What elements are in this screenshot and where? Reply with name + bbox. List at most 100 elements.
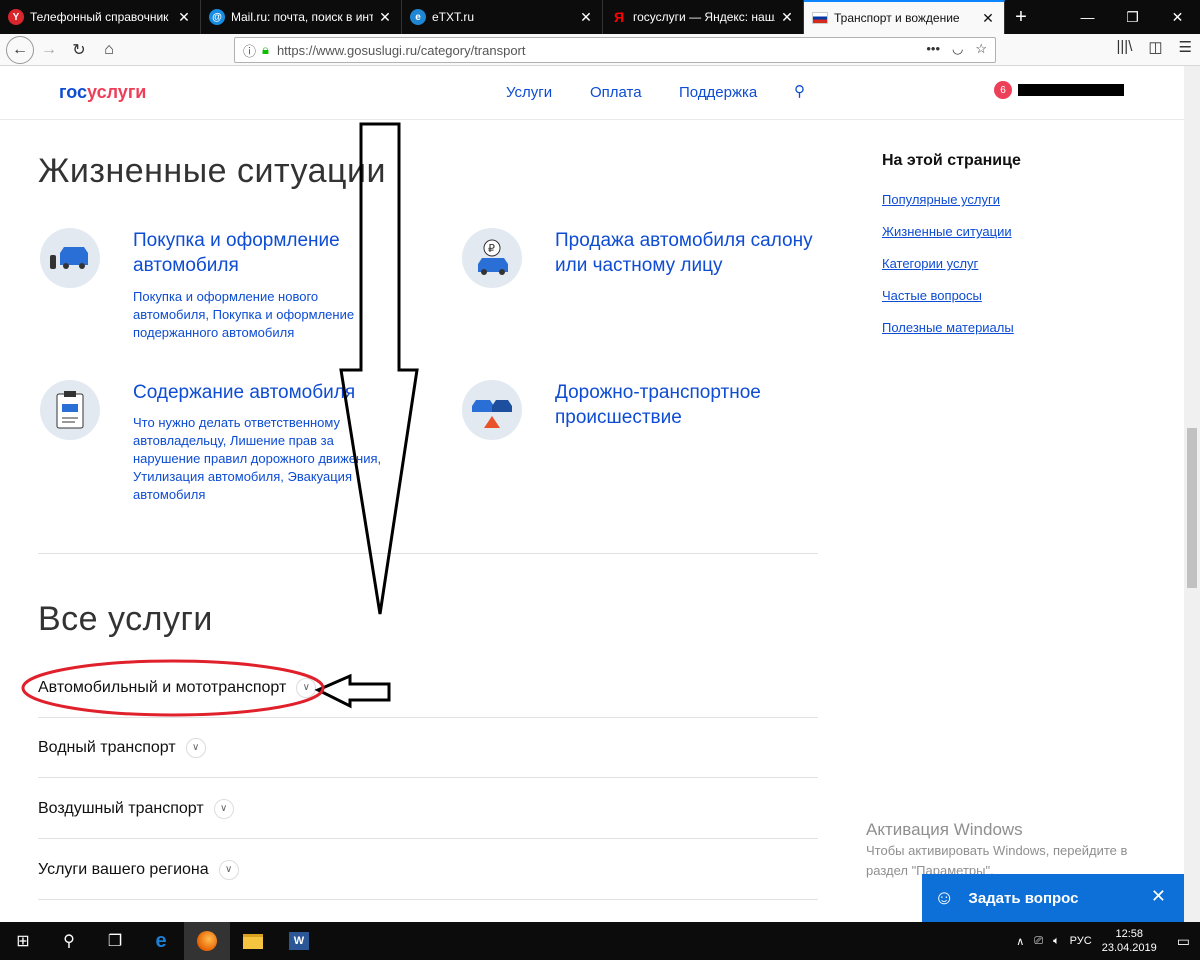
- onpage-link-materials[interactable]: Полезные материалы: [882, 320, 1021, 335]
- bookmark-star-icon[interactable]: ☆: [975, 41, 987, 57]
- windows-start-icon[interactable]: ⊞: [0, 922, 46, 960]
- nav-support[interactable]: Поддержка: [679, 84, 757, 101]
- onpage-link-faq[interactable]: Частые вопросы: [882, 288, 1021, 303]
- user-name-redacted[interactable]: [1018, 84, 1124, 96]
- browser-tab-active[interactable]: Транспорт и вождение ✕: [804, 0, 1005, 34]
- clock[interactable]: 12:58 23.04.2019: [1102, 927, 1157, 955]
- life-card-buy[interactable]: Покупка и оформление автомобиля Покупка …: [40, 228, 400, 348]
- life-card-sell[interactable]: ₽ Продажа автомобиля салону или частному…: [462, 228, 822, 308]
- service-row-label: Водный транспорт: [38, 738, 176, 756]
- close-icon[interactable]: ✕: [779, 9, 795, 26]
- windows-activation-watermark: Активация Windows Чтобы активировать Win…: [866, 820, 1127, 880]
- library-icon[interactable]: |||\: [1117, 38, 1133, 56]
- back-button[interactable]: ←: [6, 35, 34, 64]
- lock-icon: 🔒︎: [262, 42, 269, 57]
- tab-title: Mail.ru: почта, поиск в инте: [231, 10, 373, 24]
- life-card-title[interactable]: Дорожно-транспортное происшествие: [555, 380, 815, 430]
- service-row-region[interactable]: Услуги вашего региона ∨: [38, 840, 818, 900]
- chevron-down-icon[interactable]: ∨: [218, 859, 239, 880]
- close-window-button[interactable]: ✕: [1155, 0, 1200, 34]
- language-indicator[interactable]: РУС: [1070, 935, 1092, 947]
- new-tab-button[interactable]: +: [1005, 0, 1037, 34]
- tab-title: Телефонный справочник: [30, 10, 169, 24]
- search-icon[interactable]: ⚲: [794, 82, 805, 100]
- nav-payment[interactable]: Оплата: [590, 84, 642, 101]
- file-explorer-icon[interactable]: [230, 922, 276, 960]
- tab-title: госуслуги — Яндекс: нашлс: [633, 10, 775, 24]
- close-icon[interactable]: ✕: [377, 9, 393, 26]
- gosuslugi-logo[interactable]: госуслуги: [59, 82, 146, 103]
- forward-button[interactable]: →: [34, 36, 64, 64]
- restore-button[interactable]: ❐: [1110, 0, 1155, 34]
- browser-tab-bar: Y Телефонный справочник ✕ @ Mail.ru: поч…: [0, 0, 1200, 34]
- browser-tab[interactable]: e eTXT.ru ✕: [402, 0, 603, 34]
- notifications-icon[interactable]: ▭: [1177, 933, 1190, 950]
- task-view-icon[interactable]: ❐: [92, 922, 138, 960]
- page-content: госуслуги Услуги Оплата Поддержка ⚲ 6 Жи…: [0, 66, 1184, 922]
- service-row-label: Воздушный транспорт: [38, 799, 204, 817]
- onpage-link-popular[interactable]: Популярные услуги: [882, 192, 1021, 207]
- yandex-favicon-icon: Y: [8, 9, 24, 25]
- minimize-button[interactable]: —: [1065, 0, 1110, 34]
- close-icon[interactable]: ✕: [176, 9, 192, 26]
- yandex-search-favicon-icon: Я: [613, 9, 625, 25]
- close-icon[interactable]: ✕: [1151, 886, 1166, 907]
- watermark-title: Активация Windows: [866, 820, 1023, 839]
- browser-tab[interactable]: @ Mail.ru: почта, поиск в инте ✕: [201, 0, 402, 34]
- chevron-down-icon[interactable]: ∨: [185, 737, 206, 758]
- ask-question-label: Задать вопрос: [968, 889, 1079, 907]
- on-this-page-heading: На этой странице: [882, 152, 1021, 169]
- life-card-title[interactable]: Содержание автомобиля: [133, 380, 393, 405]
- chevron-down-icon[interactable]: ∨: [213, 798, 234, 819]
- info-icon[interactable]: ⓘ: [243, 41, 256, 60]
- life-card-maintain[interactable]: Содержание автомобиля Что нужно делать о…: [40, 380, 400, 510]
- ask-question-widget[interactable]: ☺ Задать вопрос ✕: [922, 874, 1184, 922]
- page-actions-icon[interactable]: •••: [926, 41, 940, 57]
- life-card-title[interactable]: Продажа автомобиля салону или частному л…: [555, 228, 825, 278]
- chevron-down-icon[interactable]: ∨: [296, 677, 317, 698]
- tab-title: eTXT.ru: [432, 10, 475, 24]
- scrollbar-thumb[interactable]: [1187, 428, 1197, 588]
- search-icon[interactable]: ⚲: [46, 922, 92, 960]
- home-button[interactable]: ⌂: [94, 36, 124, 64]
- firefox-icon[interactable]: [184, 922, 230, 960]
- life-card-title[interactable]: Покупка и оформление автомобиля: [133, 228, 373, 278]
- life-card-desc[interactable]: Покупка и оформление нового автомобиля, …: [133, 288, 368, 342]
- nav-services[interactable]: Услуги: [506, 84, 552, 101]
- accident-icon: [462, 380, 522, 440]
- service-row-air[interactable]: Воздушный транспорт ∨: [38, 779, 818, 839]
- life-card-desc[interactable]: Что нужно делать ответственному автовлад…: [133, 414, 393, 504]
- life-situations-heading: Жизненные ситуации: [38, 152, 386, 190]
- reload-button[interactable]: ↻: [64, 36, 94, 64]
- network-icon[interactable]: ⎚: [1034, 935, 1043, 948]
- onpage-link-life[interactable]: Жизненные ситуации: [882, 224, 1021, 239]
- pocket-icon[interactable]: ◡: [952, 41, 963, 57]
- page-scrollbar[interactable]: [1184, 66, 1200, 922]
- volume-muted-icon[interactable]: 🔈︎: [1053, 935, 1060, 948]
- close-icon[interactable]: ✕: [578, 9, 594, 26]
- mailru-favicon-icon: @: [209, 9, 225, 25]
- notification-badge[interactable]: 6: [994, 81, 1012, 99]
- etxt-favicon-icon: e: [410, 9, 426, 25]
- sidebar-icon[interactable]: ◫: [1148, 38, 1162, 56]
- logo-part2: услуги: [87, 82, 147, 102]
- service-row-water[interactable]: Водный транспорт ∨: [38, 718, 818, 778]
- url-bar[interactable]: ⓘ 🔒︎ https://www.gosuslugi.ru/category/t…: [234, 37, 996, 63]
- divider: [38, 553, 818, 554]
- service-row-auto[interactable]: Автомобильный и мототранспорт ∨: [38, 658, 818, 718]
- word-icon[interactable]: W: [276, 922, 322, 960]
- browser-tab[interactable]: Я госуслуги — Яндекс: нашлс ✕: [603, 0, 804, 34]
- on-this-page-panel: На этой странице Популярные услуги Жизне…: [882, 152, 1021, 352]
- tray-expand-icon[interactable]: ∧: [1016, 935, 1024, 948]
- all-services-heading: Все услуги: [38, 600, 213, 638]
- edge-icon[interactable]: e: [138, 922, 184, 960]
- menu-icon[interactable]: ☰: [1179, 38, 1192, 56]
- clipboard-car-icon: [40, 380, 100, 440]
- onpage-link-categories[interactable]: Категории услуг: [882, 256, 1021, 271]
- life-card-accident[interactable]: Дорожно-транспортное происшествие: [462, 380, 822, 460]
- close-icon[interactable]: ✕: [980, 10, 996, 27]
- browser-tab[interactable]: Y Телефонный справочник ✕: [0, 0, 201, 34]
- russia-flag-icon: [812, 12, 828, 24]
- clock-date: 23.04.2019: [1101, 942, 1157, 954]
- system-tray: ∧ ⎚ 🔈︎ РУС 12:58 23.04.2019 ▭: [1016, 922, 1200, 960]
